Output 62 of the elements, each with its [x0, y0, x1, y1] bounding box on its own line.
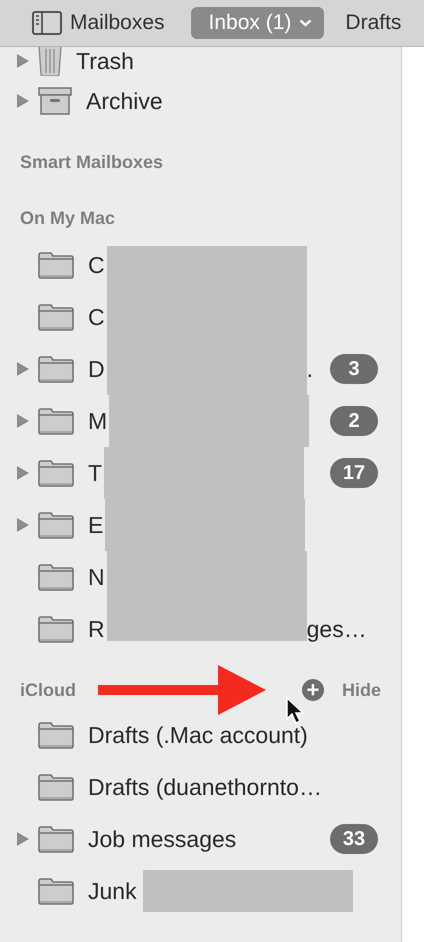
archive-box-icon — [38, 87, 72, 115]
mailbox-label: N — [88, 564, 105, 590]
folder-icon — [38, 878, 74, 904]
disclosure-triangle-icon[interactable] — [17, 414, 29, 428]
folder-icon — [38, 252, 74, 278]
mailbox-label: C — [88, 252, 105, 278]
folder-icon — [38, 512, 74, 538]
mailbox-item[interactable]: Archive — [0, 75, 401, 127]
mailboxes-button[interactable]: Mailboxes — [32, 11, 165, 35]
disclosure-triangle-icon[interactable] — [17, 362, 29, 376]
mailbox-label: Trash — [76, 48, 134, 74]
mailbox-item[interactable]: R ges… — [0, 603, 401, 655]
drafts-button[interactable]: Drafts — [345, 11, 402, 35]
unread-count-badge: 2 — [330, 406, 378, 436]
folder-icon — [38, 616, 74, 642]
mailbox-item[interactable]: M 2 — [0, 395, 401, 447]
add-mailbox-button[interactable]: + — [302, 679, 324, 701]
mailbox-item[interactable]: Job messages 33 — [0, 813, 401, 865]
disclosure-triangle-icon[interactable] — [17, 518, 29, 532]
mailbox-label: R — [88, 616, 105, 642]
folder-icon — [38, 564, 74, 590]
mailbox-label: Junk — [88, 878, 137, 904]
mailbox-label: E — [88, 512, 104, 538]
disclosure-triangle-icon[interactable] — [17, 832, 29, 846]
mailbox-item[interactable]: D . 3 — [0, 343, 401, 395]
unread-count-badge: 3 — [330, 354, 378, 384]
sidebar-icon — [32, 11, 62, 35]
mailbox-label: M — [88, 408, 108, 434]
mailbox-label-end: . — [306, 356, 314, 382]
chevron-down-icon — [299, 19, 312, 27]
mailbox-label: T — [88, 460, 102, 486]
mailbox-item[interactable]: Drafts (duanethornto… — [0, 761, 401, 813]
folder-icon — [38, 304, 74, 330]
mailbox-label: D — [88, 356, 105, 382]
mailbox-item[interactable]: N — [0, 551, 401, 603]
disclosure-triangle-icon[interactable] — [17, 54, 29, 68]
mailbox-label: Drafts (.Mac account) — [88, 722, 308, 748]
mailbox-item[interactable]: C — [0, 291, 401, 343]
folder-icon — [38, 356, 74, 382]
mailbox-item[interactable]: E — [0, 499, 401, 551]
mailbox-label: Job messages — [88, 826, 236, 852]
disclosure-triangle-icon[interactable] — [17, 466, 29, 480]
mailbox-label: Archive — [86, 88, 163, 114]
mailbox-label: Drafts (duanethornto… — [88, 774, 322, 800]
mailbox-item[interactable]: Junk — [0, 865, 401, 917]
folder-icon — [38, 408, 74, 434]
folder-icon — [38, 826, 74, 852]
section-title: On My Mac — [20, 208, 116, 228]
folder-icon — [38, 722, 74, 748]
mailbox-item[interactable]: Trash — [0, 47, 401, 75]
section-title: iCloud — [20, 680, 76, 700]
mailbox-label: C — [88, 304, 105, 330]
mailbox-label-end: ges… — [306, 616, 367, 642]
mailbox-item[interactable]: T 17 — [0, 447, 401, 499]
section-title: Smart Mailboxes — [20, 152, 164, 172]
disclosure-triangle-icon[interactable] — [17, 94, 29, 108]
folder-icon — [38, 460, 74, 486]
mailbox-item[interactable]: C — [0, 239, 401, 291]
mailbox-item[interactable]: Drafts (.Mac account) — [0, 709, 401, 761]
unread-count-badge: 17 — [330, 458, 378, 488]
unread-count-badge: 33 — [330, 824, 378, 854]
folder-icon — [38, 774, 74, 800]
